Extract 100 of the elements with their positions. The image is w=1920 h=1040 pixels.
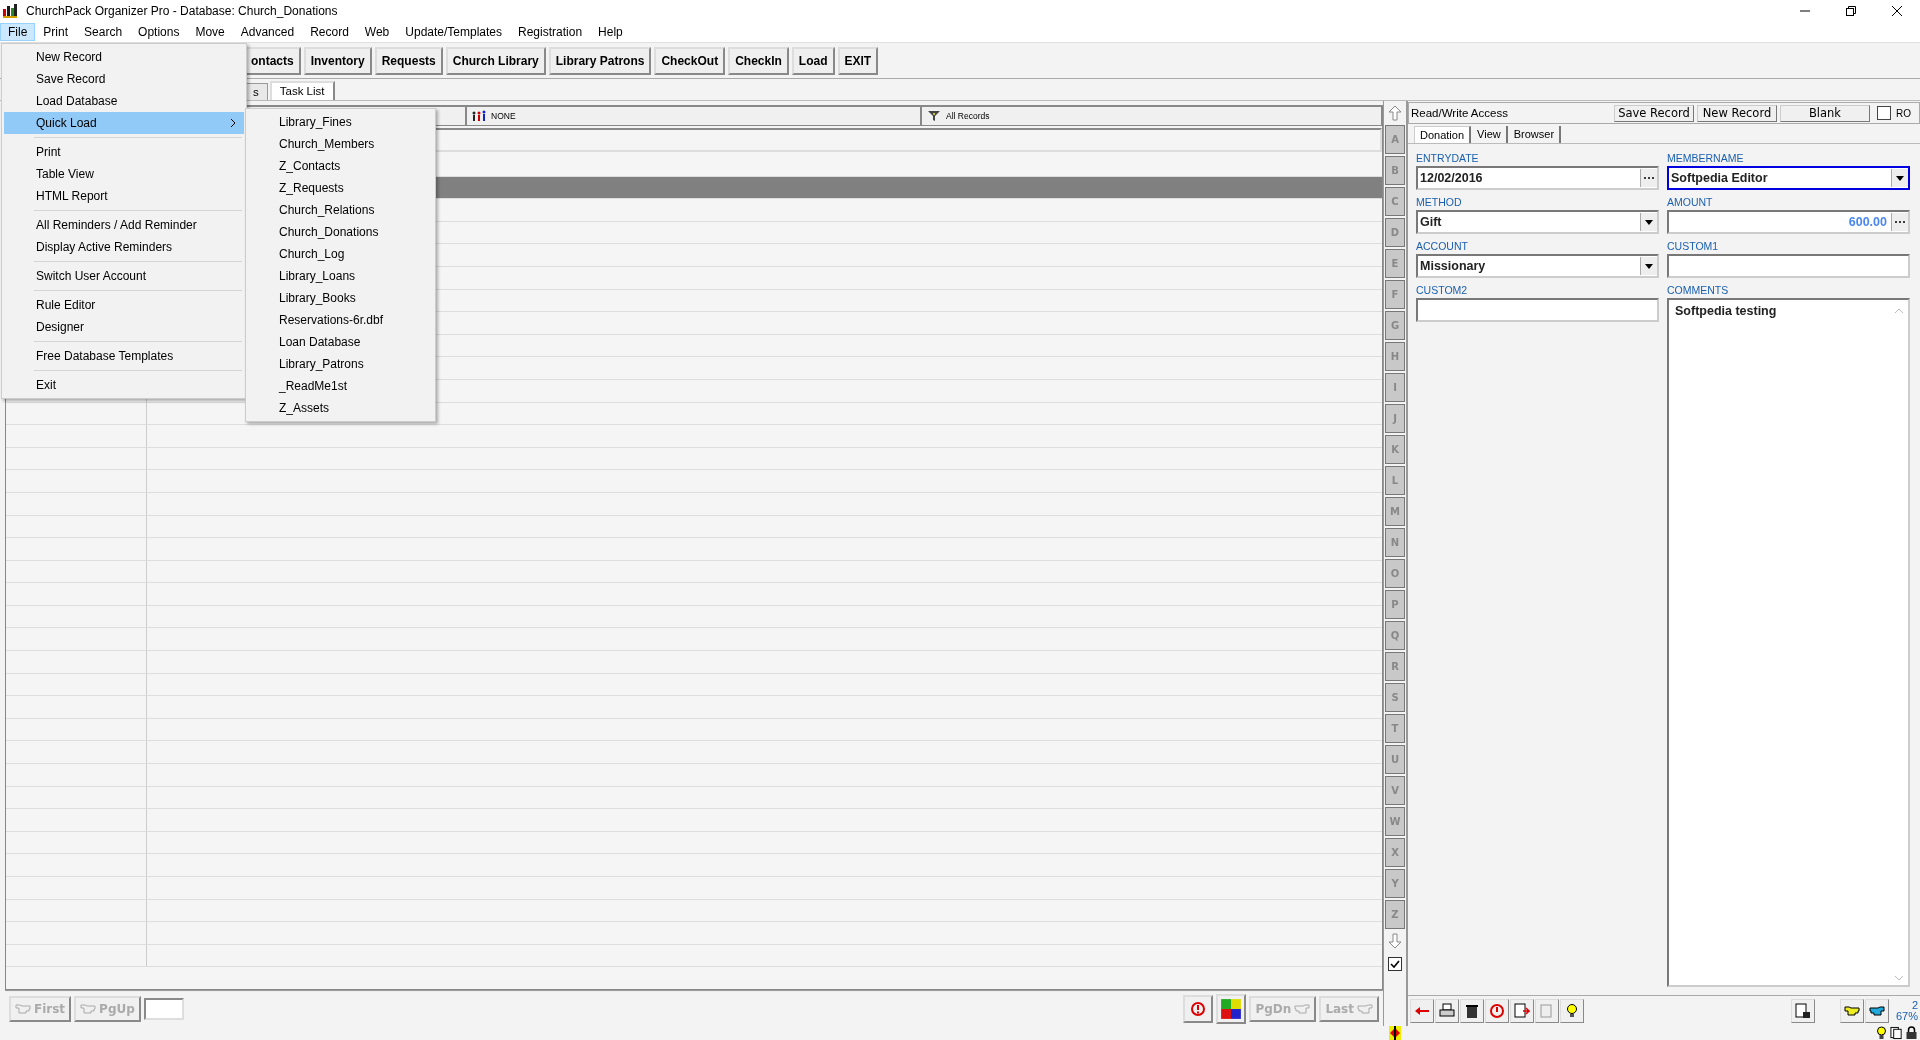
menu-item[interactable]: Church_Members bbox=[246, 133, 435, 155]
checkbox[interactable] bbox=[1877, 106, 1891, 120]
menu-item[interactable]: Options bbox=[130, 23, 188, 41]
toolbar-button[interactable]: Load bbox=[791, 46, 835, 75]
field-label: ENTRYDATE bbox=[1416, 152, 1480, 164]
menu-item[interactable]: Designer bbox=[4, 316, 244, 338]
menu-item[interactable]: Search bbox=[76, 23, 131, 41]
record-button[interactable]: Blank bbox=[1780, 104, 1870, 122]
input-field[interactable]: 12/02/2016 bbox=[1416, 166, 1659, 190]
menu-item[interactable]: New Record bbox=[4, 46, 244, 68]
input-field[interactable]: 600.00 bbox=[1667, 210, 1910, 234]
splitter-icon[interactable] bbox=[1389, 1026, 1401, 1040]
refresh-alert-button[interactable] bbox=[1183, 995, 1214, 1023]
scroll-down-icon[interactable] bbox=[1894, 975, 1904, 981]
fields-blocks-button[interactable] bbox=[1216, 994, 1247, 1024]
menu-item[interactable]: File bbox=[0, 23, 36, 41]
sheet-tab[interactable]: Task List bbox=[269, 81, 335, 100]
trash-icon bbox=[1464, 1003, 1480, 1019]
refresh-alert-button[interactable] bbox=[1485, 999, 1509, 1023]
lightbulb-button[interactable] bbox=[1560, 999, 1584, 1023]
menu-item[interactable]: Update/Templates bbox=[397, 23, 511, 41]
menu-item[interactable]: Advanced bbox=[232, 23, 303, 41]
record-tab[interactable]: Browser bbox=[1508, 126, 1562, 143]
field-label: AMOUNT bbox=[1667, 196, 1714, 208]
field-label: MEMBERNAME bbox=[1667, 152, 1745, 164]
menu-item[interactable]: Library_Loans bbox=[246, 265, 435, 287]
scroll-up-icon[interactable] bbox=[1894, 308, 1904, 314]
trash-button[interactable] bbox=[1460, 999, 1484, 1023]
lightbulb-icon bbox=[1875, 1026, 1888, 1040]
menu-item[interactable]: Library_Patrons bbox=[246, 353, 435, 375]
menu-item[interactable]: Move bbox=[187, 23, 233, 41]
record-tab[interactable]: View bbox=[1472, 126, 1508, 143]
menu-item[interactable]: Web bbox=[356, 23, 398, 41]
ellipsis-icon[interactable] bbox=[1891, 213, 1908, 231]
access-label: Read/Write Access bbox=[1410, 107, 1509, 119]
toolbar-button[interactable]: Library Patrons bbox=[548, 46, 652, 75]
menu-item[interactable]: Z_Assets bbox=[246, 397, 435, 419]
zoom-level: 67% bbox=[1895, 1011, 1918, 1022]
pointing-hand-icon bbox=[1843, 1003, 1860, 1019]
pointing-hand-icon bbox=[1868, 1003, 1885, 1019]
menu-item[interactable]: Library_Books bbox=[246, 287, 435, 309]
group-filter-header[interactable]: NONE bbox=[466, 106, 921, 126]
menu-item[interactable]: Church_Relations bbox=[246, 199, 435, 221]
input-field[interactable]: Gift bbox=[1416, 210, 1659, 234]
menu-item[interactable]: Display Active Reminders bbox=[4, 236, 244, 258]
toolbar-button[interactable]: Inventory bbox=[303, 46, 372, 75]
hand-left-button[interactable] bbox=[1839, 999, 1864, 1023]
document-arrow-icon bbox=[1514, 1003, 1530, 1019]
toolbar-button[interactable]: CheckIn bbox=[728, 46, 789, 75]
record-filter-header[interactable]: All Records bbox=[921, 106, 1382, 126]
page-field[interactable] bbox=[143, 998, 184, 1020]
document-icon bbox=[1539, 1003, 1555, 1019]
toolbar-button[interactable]: EXIT bbox=[837, 46, 879, 75]
menu-item[interactable]: Free Database Templates bbox=[4, 345, 244, 367]
document-export-button[interactable] bbox=[1510, 999, 1534, 1023]
menu-item[interactable]: Loan Database bbox=[246, 331, 435, 353]
comments-field[interactable]: Softpedia testing bbox=[1667, 298, 1910, 987]
toolbar-button[interactable]: Requests bbox=[374, 46, 443, 75]
toolbar-button[interactable]: Church Library bbox=[445, 46, 546, 75]
checkbox[interactable] bbox=[1388, 957, 1402, 971]
menu-item[interactable]: Quick Load bbox=[4, 112, 244, 134]
save-document-button[interactable] bbox=[1791, 999, 1815, 1023]
menu-item[interactable]: Save Record bbox=[4, 68, 244, 90]
menu-item[interactable]: Print bbox=[4, 141, 244, 163]
down-arrow-icon[interactable] bbox=[1388, 931, 1402, 951]
menu-item[interactable]: Z_Requests bbox=[246, 177, 435, 199]
window-title: ChurchPack Organizer Pro - Database: Church_Donations bbox=[26, 4, 338, 18]
menu-item[interactable]: Registration bbox=[510, 23, 591, 41]
record-tab[interactable]: Donation bbox=[1414, 126, 1472, 143]
menu-item[interactable]: Z_Contacts bbox=[246, 155, 435, 177]
menu-item[interactable]: Exit bbox=[4, 374, 244, 396]
input-field[interactable]: Missionary bbox=[1416, 254, 1659, 278]
input-field[interactable] bbox=[1416, 298, 1659, 322]
menu-item[interactable]: Switch User Account bbox=[4, 265, 244, 287]
menu-item[interactable]: Library_Fines bbox=[246, 111, 435, 133]
menu-item[interactable]: HTML Report bbox=[4, 185, 244, 207]
input-field[interactable]: Softpedia Editor bbox=[1667, 166, 1910, 190]
menu-item[interactable]: Record bbox=[302, 23, 357, 41]
menu-item[interactable]: _ReadMe1st bbox=[246, 375, 435, 397]
menu-item[interactable]: Table View bbox=[4, 163, 244, 185]
hand-right-button[interactable] bbox=[1864, 999, 1889, 1023]
menu-item[interactable]: All Reminders / Add Reminder bbox=[4, 214, 244, 236]
record-button[interactable]: Save Record bbox=[1614, 104, 1694, 122]
menu-item[interactable]: Reservations-6r.dbf bbox=[246, 309, 435, 331]
toolbar-button[interactable]: ontacts bbox=[244, 46, 301, 75]
menu-item[interactable]: Rule Editor bbox=[4, 294, 244, 316]
menu-item[interactable]: Print bbox=[35, 23, 77, 41]
menu-item[interactable]: Church_Donations bbox=[246, 221, 435, 243]
menu-item[interactable]: Help bbox=[590, 23, 631, 41]
toolbar-button[interactable]: CheckOut bbox=[654, 46, 726, 75]
printer-icon bbox=[1439, 1003, 1455, 1019]
menu-item[interactable]: Church_Log bbox=[246, 243, 435, 265]
back-arrow-button[interactable] bbox=[1410, 999, 1434, 1023]
record-button[interactable]: New Record bbox=[1697, 104, 1777, 122]
print-button[interactable] bbox=[1435, 999, 1459, 1023]
alert-icon bbox=[1190, 1001, 1207, 1017]
input-field[interactable] bbox=[1667, 254, 1910, 278]
ellipsis-icon[interactable] bbox=[1640, 169, 1657, 187]
up-arrow-icon[interactable] bbox=[1388, 103, 1402, 123]
menu-item[interactable]: Load Database bbox=[4, 90, 244, 112]
